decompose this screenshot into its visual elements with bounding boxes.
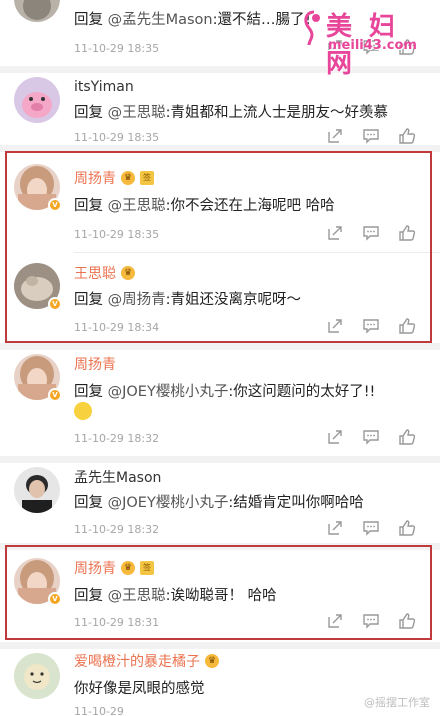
like-icon[interactable] — [398, 224, 416, 242]
comment-actions — [326, 127, 416, 145]
comment-text: 回复 @周扬青:青姐还没离京呢呀～ — [74, 292, 301, 308]
site-watermark: 美 妇 网 meili43.com — [300, 4, 430, 79]
mention-link[interactable]: @周扬青 — [108, 292, 166, 308]
username[interactable]: 王思聪 ♛ — [74, 263, 135, 283]
timestamp: 11-10-29 18:31 — [74, 616, 160, 629]
mention-link[interactable]: @孟先生Mason — [108, 12, 213, 28]
comment-icon[interactable] — [362, 428, 380, 446]
comment-item: V 周扬青 ♛ 签 回复 @王思聪:诶呦聪哥！ 哈哈 11-10-29 18:3… — [0, 550, 440, 642]
mention-link[interactable]: @王思聪 — [108, 198, 166, 214]
share-icon[interactable] — [326, 224, 344, 242]
username[interactable]: 孟先生Mason — [74, 467, 161, 487]
like-icon[interactable] — [398, 127, 416, 145]
vip-crown-icon: ♛ — [121, 561, 135, 575]
timestamp: 11-10-29 18:34 — [74, 321, 160, 334]
mention-link[interactable]: @王思聪 — [108, 588, 166, 604]
comment-actions — [326, 224, 416, 242]
watermark-url: meili43.com — [328, 38, 417, 53]
vip-crown-icon: ♛ — [205, 654, 219, 668]
like-icon[interactable] — [398, 612, 416, 630]
username[interactable]: 周扬青 ♛ 签 — [74, 558, 154, 578]
mention-link[interactable]: @王思聪 — [108, 105, 166, 121]
username[interactable]: 周扬青 — [74, 354, 116, 374]
section-divider — [0, 456, 440, 463]
section-divider — [0, 543, 440, 550]
section-divider — [0, 343, 440, 350]
avatar[interactable] — [14, 0, 60, 22]
comment-icon[interactable] — [362, 317, 380, 335]
share-icon[interactable] — [326, 519, 344, 537]
mention-link[interactable]: @JOEY樱桃小丸子 — [108, 495, 229, 511]
comment-actions — [326, 519, 416, 537]
verified-badge-icon: V — [48, 592, 62, 606]
share-icon[interactable] — [326, 612, 344, 630]
watermark-logo-icon — [304, 10, 320, 46]
comment-actions — [326, 317, 416, 335]
comment-text: 回复 @JOEY樱桃小丸子:结婚肯定叫你啊哈哈 — [74, 495, 364, 511]
comment-text: 回复 @JOEY樱桃小丸子:你这问题问的太好了!! — [74, 384, 376, 400]
share-icon[interactable] — [326, 428, 344, 446]
username[interactable]: 爱喝橙汁的暴走橘子 ♛ — [74, 651, 219, 671]
username[interactable]: 周扬青 ♛ 签 — [74, 168, 154, 188]
timestamp: 11-10-29 18:32 — [74, 432, 160, 445]
timestamp: 11-10-29 18:35 — [74, 131, 160, 144]
comment-item: itsYiman 回复 @王思聪:青姐都和上流人士是朋友～好羡慕 11-10-2… — [0, 73, 440, 145]
timestamp: 11-10-29 18:35 — [74, 42, 160, 55]
timestamp: 11-10-29 18:35 — [74, 228, 160, 241]
member-tag: 签 — [140, 171, 154, 185]
timestamp: 11-10-29 18:32 — [74, 523, 160, 536]
comment-text: 回复 @王思聪:青姐都和上流人士是朋友～好羡慕 — [74, 105, 388, 121]
comment-actions — [326, 428, 416, 446]
comment-item: V 周扬青 回复 @JOEY樱桃小丸子:你这问题问的太好了!! 11-10-29… — [0, 350, 440, 456]
comment-text: 回复 @王思聪:你不会还在上海呢吧 哈哈 — [74, 198, 335, 214]
comment-icon[interactable] — [362, 224, 380, 242]
section-divider — [0, 145, 440, 152]
comment-icon[interactable] — [362, 127, 380, 145]
comment-item: 孟先生Mason 回复 @JOEY樱桃小丸子:结婚肯定叫你啊哈哈 11-10-2… — [0, 463, 440, 543]
section-divider — [0, 642, 440, 649]
verified-badge-icon: V — [48, 198, 62, 212]
vip-crown-icon: ♛ — [121, 266, 135, 280]
comment-item: V 周扬青 ♛ 签 回复 @王思聪:你不会还在上海呢吧 哈哈 11-10-29 … — [0, 152, 440, 252]
share-icon[interactable] — [326, 317, 344, 335]
share-icon[interactable] — [326, 127, 344, 145]
verified-badge-icon: V — [48, 297, 62, 311]
avatar[interactable] — [14, 467, 60, 513]
username[interactable]: itsYiman — [74, 77, 134, 97]
emoji-icon — [74, 402, 92, 420]
avatar[interactable] — [14, 77, 60, 123]
like-icon[interactable] — [398, 519, 416, 537]
timestamp: 11-10-29 — [74, 705, 124, 716]
mention-link[interactable]: @JOEY樱桃小丸子 — [108, 384, 229, 400]
comment-actions — [326, 612, 416, 630]
comment-icon[interactable] — [362, 519, 380, 537]
verified-badge-icon: V — [48, 388, 62, 402]
bottom-watermark: @摇摆工作室 — [364, 696, 430, 709]
comment-item: V 王思聪 ♛ 回复 @周扬青:青姐还没离京呢呀～ 11-10-29 18:34 — [0, 253, 440, 343]
vip-crown-icon: ♛ — [121, 171, 135, 185]
comment-text: 回复 @王思聪:诶呦聪哥！ 哈哈 — [74, 588, 277, 604]
like-icon[interactable] — [398, 317, 416, 335]
like-icon[interactable] — [398, 428, 416, 446]
member-tag: 签 — [140, 561, 154, 575]
comment-icon[interactable] — [362, 612, 380, 630]
avatar[interactable] — [14, 653, 60, 699]
